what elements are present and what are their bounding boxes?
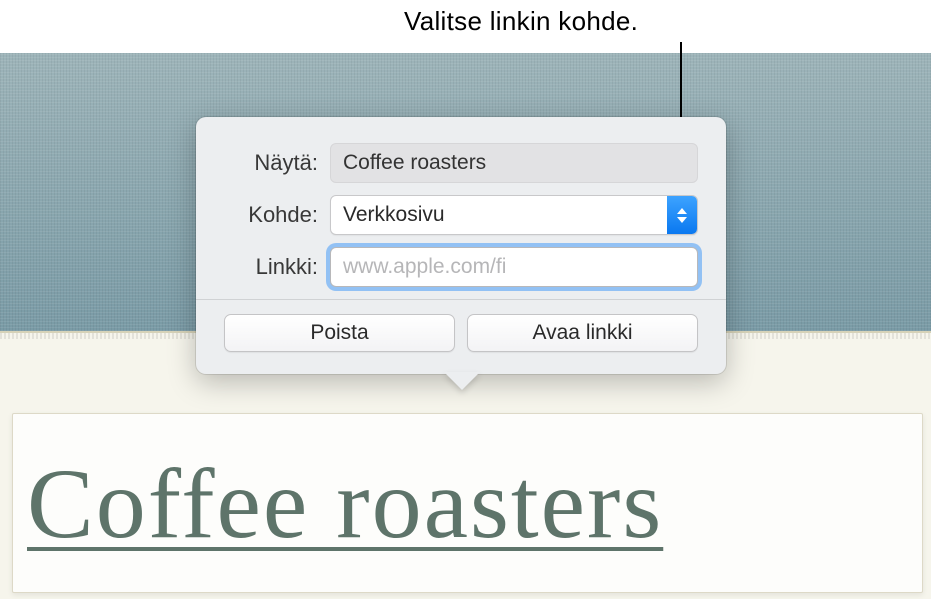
link-url-input[interactable]: www.apple.com/fi bbox=[330, 247, 698, 287]
display-text-value: Coffee roasters bbox=[343, 151, 486, 175]
open-link-button[interactable]: Avaa linkki bbox=[467, 314, 698, 352]
popover-button-row: Poista Avaa linkki bbox=[224, 314, 698, 352]
link-label: Linkki: bbox=[224, 254, 330, 280]
display-label: Näytä: bbox=[224, 150, 330, 176]
target-row: Kohde: Verkkosivu bbox=[224, 195, 698, 235]
document-text-block[interactable]: Coffee roasters bbox=[12, 413, 923, 593]
target-label: Kohde: bbox=[224, 202, 330, 228]
link-row: Linkki: www.apple.com/fi bbox=[224, 247, 698, 287]
hyperlink-text[interactable]: Coffee roasters bbox=[27, 446, 663, 561]
target-dropdown[interactable]: Verkkosivu bbox=[330, 195, 698, 235]
display-text-input[interactable]: Coffee roasters bbox=[330, 143, 698, 183]
popover-divider bbox=[196, 299, 726, 300]
updown-arrows-icon bbox=[667, 196, 697, 234]
link-editor-popover: Näytä: Coffee roasters Kohde: Verkkosivu… bbox=[196, 117, 726, 374]
remove-button[interactable]: Poista bbox=[224, 314, 455, 352]
target-dropdown-value: Verkkosivu bbox=[343, 203, 445, 227]
callout-label: Valitse linkin kohde. bbox=[404, 6, 638, 37]
display-row: Näytä: Coffee roasters bbox=[224, 143, 698, 183]
link-url-placeholder: www.apple.com/fi bbox=[343, 255, 506, 279]
